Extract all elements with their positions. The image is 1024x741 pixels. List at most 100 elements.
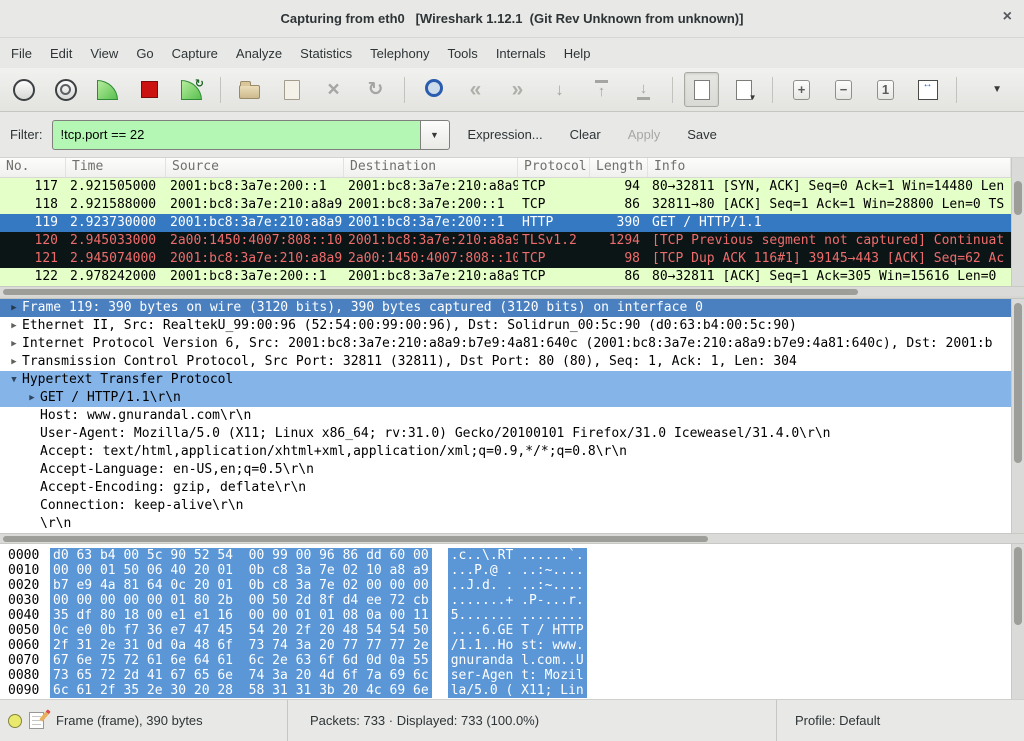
- detail-row[interactable]: Connection: keep-alive\r\n: [0, 497, 1011, 515]
- hex-row-0050[interactable]: 00500c e0 0b f7 36 e7 47 45 54 20 2f 20 …: [0, 623, 1024, 638]
- packet-list-hscrollbar[interactable]: [0, 286, 1024, 296]
- vscroll-thumb[interactable]: [1014, 181, 1022, 215]
- hex-bytes[interactable]: 73 65 72 2d 41 67 65 6e 74 3a 20 4d 6f 7…: [50, 668, 432, 683]
- capture-options-button[interactable]: [48, 72, 83, 107]
- go-to-bottom-button[interactable]: ↓: [626, 72, 661, 107]
- hex-row-0000[interactable]: 0000d0 63 b4 00 5c 90 52 54 00 99 00 96 …: [0, 548, 1024, 563]
- resize-columns-button[interactable]: [910, 72, 945, 107]
- hex-ascii[interactable]: ser-Agen t: Mozil: [448, 668, 587, 683]
- column-header-dst[interactable]: Destination: [344, 158, 518, 177]
- details-vscrollbar[interactable]: [1011, 299, 1024, 533]
- expander-icon[interactable]: ▶: [24, 389, 40, 407]
- hex-ascii[interactable]: gnuranda l.com..U: [448, 653, 587, 668]
- hex-row-0080[interactable]: 008073 65 72 2d 41 67 65 6e 74 3a 20 4d …: [0, 668, 1024, 683]
- hex-bytes[interactable]: 0c e0 0b f7 36 e7 47 45 54 20 2f 20 48 5…: [50, 623, 432, 638]
- hex-ascii[interactable]: .......+ .P-...r.: [448, 593, 587, 608]
- detail-row[interactable]: ▶Frame 119: 390 bytes on wire (3120 bits…: [0, 299, 1011, 317]
- go-to-top-button[interactable]: ↑: [584, 72, 619, 107]
- list-interfaces-button[interactable]: [6, 72, 41, 107]
- packet-list-vscrollbar[interactable]: [1011, 158, 1024, 286]
- filter-dropdown-button[interactable]: ▼: [420, 120, 450, 150]
- packet-row-119[interactable]: 1192.9237300002001:bc8:3a7e:210:a8a92001…: [0, 214, 1011, 232]
- find-packet-button[interactable]: [416, 72, 451, 107]
- hex-bytes[interactable]: d0 63 b4 00 5c 90 52 54 00 99 00 96 86 d…: [50, 548, 432, 563]
- open-capture-file-button[interactable]: [232, 72, 267, 107]
- stop-capture-button[interactable]: [132, 72, 167, 107]
- colorize-button[interactable]: [684, 72, 719, 107]
- packet-row-121[interactable]: 1212.9450740002001:bc8:3a7e:210:a8a92a00…: [0, 250, 1011, 268]
- zoom-out-button[interactable]: −: [826, 72, 861, 107]
- column-header-time[interactable]: Time: [66, 158, 166, 177]
- expander-icon[interactable]: ▶: [6, 299, 22, 317]
- hex-bytes[interactable]: 6c 61 2f 35 2e 30 20 28 58 31 31 3b 20 4…: [50, 683, 432, 698]
- hscroll-thumb[interactable]: [3, 289, 858, 295]
- hex-ascii[interactable]: ..J.d. . ..:~....: [448, 578, 587, 593]
- packet-row-118[interactable]: 1182.9215880002001:bc8:3a7e:210:a8a92001…: [0, 196, 1011, 214]
- expander-icon[interactable]: ▶: [6, 353, 22, 371]
- capture-comment-icon[interactable]: [29, 712, 44, 729]
- detail-row[interactable]: Accept: text/html,application/xhtml+xml,…: [0, 443, 1011, 461]
- detail-row[interactable]: Host: www.gnurandal.com\r\n: [0, 407, 1011, 425]
- packet-row-120[interactable]: 1202.9450330002a00:1450:4007:808::102001…: [0, 232, 1011, 250]
- reload-capture-button[interactable]: ↻: [358, 72, 393, 107]
- hex-ascii[interactable]: /1.1..Ho st: www.: [448, 638, 587, 653]
- hex-row-0030[interactable]: 003000 00 00 00 00 01 80 2b 00 50 2d 8f …: [0, 593, 1024, 608]
- apply-button[interactable]: Apply: [619, 120, 670, 149]
- details-hscrollbar[interactable]: [0, 533, 1024, 543]
- hex-row-0010[interactable]: 001000 00 01 50 06 40 20 01 0b c8 3a 7e …: [0, 563, 1024, 578]
- menu-analyze[interactable]: Analyze: [227, 41, 291, 66]
- vscroll-thumb[interactable]: [1014, 303, 1022, 463]
- expander-icon[interactable]: ▶: [6, 317, 22, 335]
- menu-tools[interactable]: Tools: [438, 41, 486, 66]
- menu-statistics[interactable]: Statistics: [291, 41, 361, 66]
- menu-telephony[interactable]: Telephony: [361, 41, 438, 66]
- menu-go[interactable]: Go: [127, 41, 162, 66]
- hex-bytes[interactable]: 00 00 01 50 06 40 20 01 0b c8 3a 7e 02 1…: [50, 563, 432, 578]
- profile-text[interactable]: Profile: Default: [795, 713, 880, 728]
- menu-view[interactable]: View: [81, 41, 127, 66]
- detail-row[interactable]: ▶Transmission Control Protocol, Src Port…: [0, 353, 1011, 371]
- hex-bytes[interactable]: 67 6e 75 72 61 6e 64 61 6c 2e 63 6f 6d 0…: [50, 653, 432, 668]
- hex-bytes[interactable]: 35 df 80 18 00 e1 e1 16 00 00 01 01 08 0…: [50, 608, 432, 623]
- bytes-vscrollbar[interactable]: [1011, 544, 1024, 699]
- toolbar-overflow-icon[interactable]: ▼: [992, 84, 1002, 95]
- close-capture-button[interactable]: ×: [316, 72, 351, 107]
- hscroll-thumb[interactable]: [3, 536, 708, 542]
- column-header-len[interactable]: Length: [590, 158, 648, 177]
- detail-row[interactable]: ▼Hypertext Transfer Protocol: [0, 371, 1011, 389]
- save-button[interactable]: Save: [678, 120, 726, 149]
- start-capture-button[interactable]: [90, 72, 125, 107]
- detail-row[interactable]: \r\n: [0, 515, 1011, 533]
- window-close-button[interactable]: ×: [1003, 9, 1012, 25]
- detail-row[interactable]: User-Agent: Mozilla/5.0 (X11; Linux x86_…: [0, 425, 1011, 443]
- hex-ascii[interactable]: la/5.0 ( X11; Lin: [448, 683, 587, 698]
- column-header-proto[interactable]: Protocol: [518, 158, 590, 177]
- column-header-src[interactable]: Source: [166, 158, 344, 177]
- filter-input[interactable]: !tcp.port == 22: [52, 120, 420, 150]
- packet-row-122[interactable]: 1222.9782420002001:bc8:3a7e:200::12001:b…: [0, 268, 1011, 286]
- hex-ascii[interactable]: ....6.GE T / HTTP: [448, 623, 587, 638]
- zoom-in-button[interactable]: +: [784, 72, 819, 107]
- hex-bytes[interactable]: b7 e9 4a 81 64 0c 20 01 0b c8 3a 7e 02 0…: [50, 578, 432, 593]
- detail-row[interactable]: Accept-Language: en-US,en;q=0.5\r\n: [0, 461, 1011, 479]
- menu-file[interactable]: File: [2, 41, 41, 66]
- hex-ascii[interactable]: 5....... ........: [448, 608, 587, 623]
- detail-row[interactable]: ▶Internet Protocol Version 6, Src: 2001:…: [0, 335, 1011, 353]
- hex-bytes[interactable]: 2f 31 2e 31 0d 0a 48 6f 73 74 3a 20 77 7…: [50, 638, 432, 653]
- detail-row[interactable]: Accept-Encoding: gzip, deflate\r\n: [0, 479, 1011, 497]
- go-forward-button[interactable]: »: [500, 72, 535, 107]
- vscroll-thumb[interactable]: [1014, 547, 1022, 625]
- column-header-no[interactable]: No.: [0, 158, 66, 177]
- expander-icon[interactable]: ▶: [6, 335, 22, 353]
- hex-ascii[interactable]: .c..\.RT ......`.: [448, 548, 587, 563]
- menu-help[interactable]: Help: [555, 41, 600, 66]
- zoom-100-button[interactable]: 1: [868, 72, 903, 107]
- hex-row-0060[interactable]: 00602f 31 2e 31 0d 0a 48 6f 73 74 3a 20 …: [0, 638, 1024, 653]
- hex-row-0070[interactable]: 007067 6e 75 72 61 6e 64 61 6c 2e 63 6f …: [0, 653, 1024, 668]
- restart-capture-button[interactable]: [174, 72, 209, 107]
- clear-button[interactable]: Clear: [561, 120, 610, 149]
- hex-row-0040[interactable]: 004035 df 80 18 00 e1 e1 16 00 00 01 01 …: [0, 608, 1024, 623]
- hex-row-0090[interactable]: 00906c 61 2f 35 2e 30 20 28 58 31 31 3b …: [0, 683, 1024, 698]
- auto-scroll-button[interactable]: [726, 72, 761, 107]
- menu-internals[interactable]: Internals: [487, 41, 555, 66]
